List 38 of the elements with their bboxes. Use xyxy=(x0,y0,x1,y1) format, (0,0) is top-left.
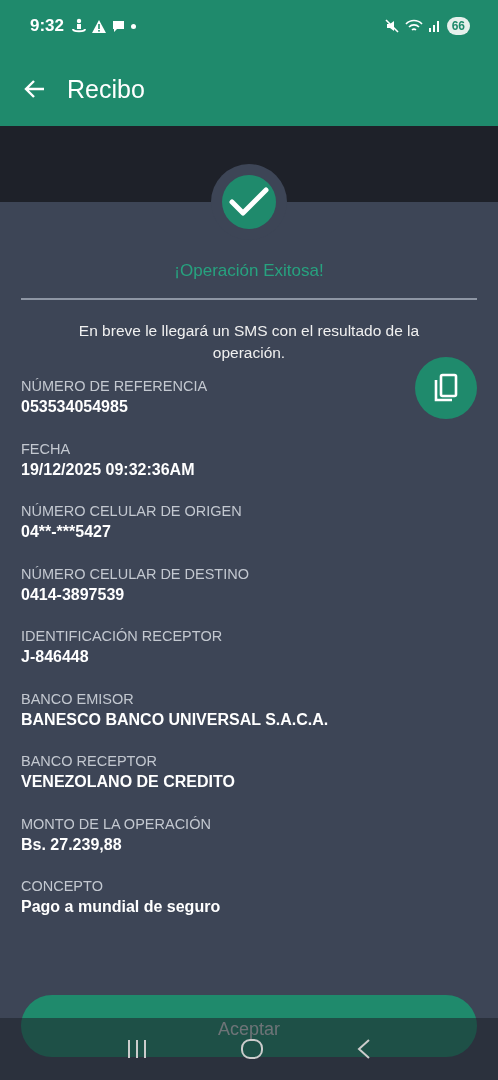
person-icon xyxy=(72,18,87,34)
field-value: 19/12/2025 09:32:36AM xyxy=(21,459,195,480)
status-time: 9:32 xyxy=(30,16,65,36)
field-value: BANESCO BANCO UNIVERSAL S.A.C.A. xyxy=(21,709,329,730)
field-label: NÚMERO CELULAR DE ORIGEN xyxy=(21,502,242,521)
field-label: FECHA xyxy=(21,439,71,459)
field-value: 0414-3897539 xyxy=(21,584,125,605)
warning-icon xyxy=(92,19,107,33)
recent-apps-icon xyxy=(126,1039,148,1059)
home-icon xyxy=(240,1038,264,1060)
chat-icon xyxy=(112,19,126,33)
mute-icon xyxy=(384,19,399,33)
success-message: En breve le llegará un SMS con el resultado de la operación. xyxy=(77,321,421,363)
field-value: Bs. 27.239,88 xyxy=(21,834,122,855)
field-label: NÚMERO CELULAR DE DESTINO xyxy=(21,564,249,584)
back-arrow-icon xyxy=(23,79,45,99)
field-value: Pago a mundial de seguro xyxy=(21,897,221,917)
field-label: BANCO RECEPTOR xyxy=(21,752,157,771)
field-value: 053534054985 xyxy=(21,397,128,417)
field-label: MONTO DE LA OPERACIÓN xyxy=(21,814,211,834)
dot-icon xyxy=(131,23,137,29)
accept-button[interactable]: Aceptar xyxy=(21,995,477,1057)
field-label: IDENTIFICACIÓN RECEPTOR xyxy=(21,627,223,646)
field-value: VENEZOLANO DE CREDITO xyxy=(21,772,235,792)
field-label: BANCO EMISOR xyxy=(21,689,134,709)
battery-level: 66 xyxy=(446,17,470,35)
success-title: ¡Operación Exitosa! xyxy=(173,261,325,281)
screen-title: Recibo xyxy=(67,74,145,104)
back-button[interactable] xyxy=(23,79,45,99)
checkmark-icon xyxy=(229,187,269,217)
field-label: NÚMERO DE REFERENCIA xyxy=(21,377,208,396)
copy-icon xyxy=(433,373,459,403)
signal-icon xyxy=(428,20,441,32)
field-label: CONCEPTO xyxy=(21,877,103,896)
wifi-icon xyxy=(404,19,423,33)
field-value: J-846448 xyxy=(21,647,89,667)
back-icon xyxy=(356,1038,372,1060)
field-value: 04**-***5427 xyxy=(21,522,111,542)
